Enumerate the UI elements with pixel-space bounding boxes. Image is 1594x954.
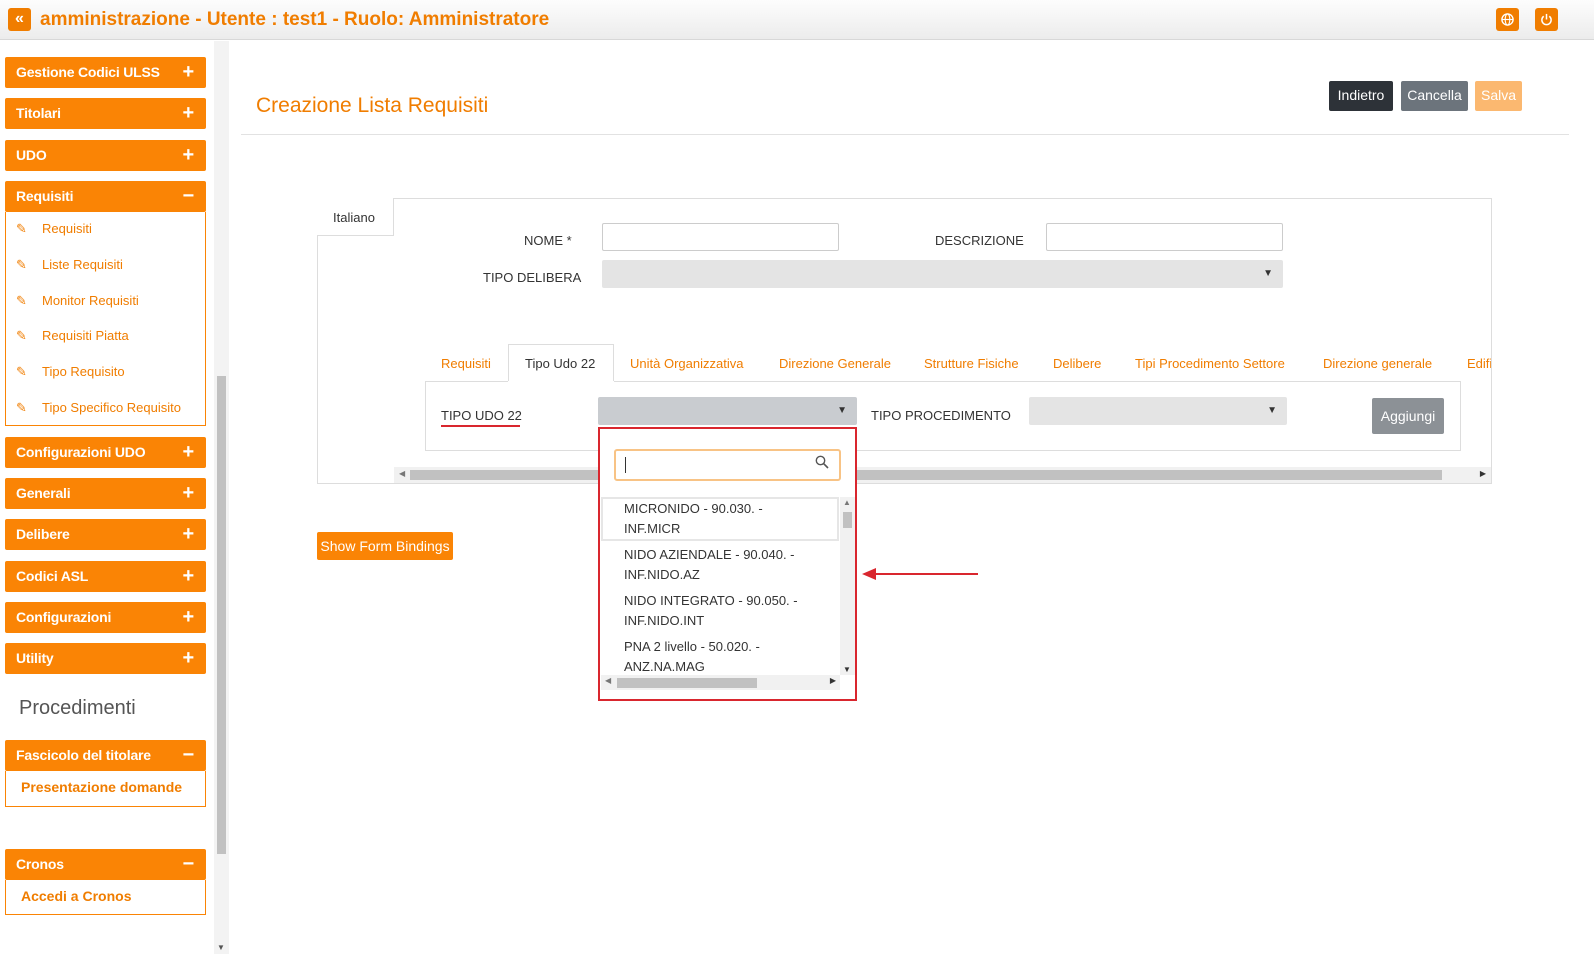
dropdown-option[interactable]: NIDO AZIENDALE - 90.040. - INF.NIDO.AZ	[601, 543, 839, 587]
tab-pane-border	[425, 381, 508, 382]
tab-direzione-generale-2[interactable]: Direzione generale	[1323, 356, 1432, 371]
annotation-arrow-icon	[862, 568, 978, 580]
tab-tipo-udo-22[interactable]: Tipo Udo 22	[508, 344, 614, 382]
minus-icon: −	[182, 744, 195, 766]
section-title-procedimenti: Procedimenti	[19, 697, 136, 719]
sidebar-item-tipo-specifico-requisito[interactable]: ✎ Tipo Specifico Requisito	[16, 400, 181, 416]
user-edit-icon: ✎	[16, 221, 27, 236]
menu-gestione-codici-ulss[interactable]: Gestione Codici ULSS +	[5, 57, 206, 88]
plus-icon: +	[182, 61, 195, 83]
sidebar-item-requisiti[interactable]: ✎ Requisiti	[16, 221, 92, 237]
dropdown-search-input[interactable]	[614, 449, 841, 481]
plus-icon: +	[182, 441, 195, 463]
menu-titolari[interactable]: Titolari +	[5, 98, 206, 129]
user-edit-icon: ✎	[16, 293, 27, 308]
highlight-underline	[441, 425, 520, 427]
tab-direzione-generale[interactable]: Direzione Generale	[779, 356, 891, 371]
menu-cronos[interactable]: Cronos −	[5, 849, 206, 880]
caret-down-icon: ▼	[1263, 268, 1273, 279]
menu-delibere[interactable]: Delibere +	[5, 519, 206, 550]
menu-generali[interactable]: Generali +	[5, 478, 206, 509]
plus-icon: +	[182, 565, 195, 587]
requisiti-submenu	[5, 212, 206, 426]
plus-icon: +	[182, 523, 195, 545]
tab-pane-border	[614, 381, 1461, 382]
plus-icon: +	[182, 606, 195, 628]
show-form-bindings-button[interactable]: Show Form Bindings	[317, 532, 453, 560]
menu-configurazioni-udo[interactable]: Configurazioni UDO +	[5, 437, 206, 468]
tab-unita-organizzativa[interactable]: Unità Organizzativa	[630, 356, 743, 371]
title-divider	[241, 134, 1569, 135]
add-button[interactable]: Aggiungi	[1372, 398, 1444, 434]
dropdown-option[interactable]: MICRONIDO - 90.030. - INF.MICR	[601, 497, 839, 541]
sidebar-item-accedi-a-cronos[interactable]: Accedi a Cronos	[21, 888, 131, 904]
search-icon	[815, 455, 829, 474]
top-bar: « amministrazione - Utente : test1 - Ruo…	[0, 0, 1594, 40]
user-edit-icon: ✎	[16, 257, 27, 272]
sidebar-item-presentazione-domande[interactable]: Presentazione domande	[21, 779, 182, 795]
app-title: amministrazione - Utente : test1 - Ruolo…	[40, 9, 550, 30]
minus-icon: −	[182, 853, 195, 875]
tab-strutture-fisiche[interactable]: Strutture Fisiche	[924, 356, 1019, 371]
tab-italiano[interactable]: Italiano	[317, 198, 394, 236]
tab-edifici[interactable]: Edifi	[1467, 356, 1491, 371]
globe-icon[interactable]	[1496, 8, 1519, 31]
menu-requisiti[interactable]: Requisiti −	[5, 181, 206, 212]
minus-icon: −	[182, 185, 195, 207]
nome-label: NOME *	[524, 233, 572, 248]
tab-delibere[interactable]: Delibere	[1053, 356, 1101, 371]
tipo-procedimento-label: TIPO PROCEDIMENTO	[871, 408, 1011, 423]
user-edit-icon: ✎	[16, 400, 27, 415]
collapse-sidebar-button[interactable]: «	[8, 8, 31, 31]
dropdown-options-list: MICRONIDO - 90.030. - INF.MICR NIDO AZIEN…	[601, 497, 839, 675]
cancel-button[interactable]: Cancella	[1401, 81, 1468, 111]
caret-down-icon: ▼	[837, 405, 847, 416]
plus-icon: +	[182, 482, 195, 504]
back-button[interactable]: Indietro	[1329, 81, 1393, 111]
menu-configurazioni[interactable]: Configurazioni +	[5, 602, 206, 633]
descrizione-input[interactable]	[1046, 223, 1283, 251]
descrizione-label: DESCRIZIONE	[935, 233, 1024, 248]
tab-tipi-procedimento-settore[interactable]: Tipi Procedimento Settore	[1135, 356, 1285, 371]
plus-icon: +	[182, 102, 195, 124]
menu-codici-asl[interactable]: Codici ASL +	[5, 561, 206, 592]
tipo-delibera-label: TIPO DELIBERA	[483, 270, 582, 285]
sidebar-item-monitor-requisiti[interactable]: ✎ Monitor Requisiti	[16, 293, 139, 309]
dropdown-vertical-scrollbar[interactable]: ▲ ▼	[840, 497, 855, 675]
tipo-udo-dropdown: MICRONIDO - 90.030. - INF.MICR NIDO AZIEN…	[598, 427, 857, 701]
plus-icon: +	[182, 144, 195, 166]
dropdown-horizontal-scrollbar[interactable]: ◀ ▶	[601, 675, 840, 690]
tipo-delibera-select[interactable]: ▼	[602, 260, 1283, 288]
user-edit-icon: ✎	[16, 364, 27, 379]
tipo-udo-label: TIPO UDO 22	[441, 408, 522, 423]
save-button[interactable]: Salva	[1475, 81, 1522, 111]
sidebar-scrollbar[interactable]: ▼	[214, 41, 229, 954]
sidebar-item-tipo-requisito[interactable]: ✎ Tipo Requisito	[16, 364, 125, 380]
sidebar-item-liste-requisiti[interactable]: ✎ Liste Requisiti	[16, 257, 123, 273]
dropdown-option[interactable]: NIDO INTEGRATO - 90.050. - INF.NIDO.INT	[601, 589, 839, 633]
user-edit-icon: ✎	[16, 328, 27, 343]
menu-udo[interactable]: UDO +	[5, 140, 206, 171]
page-title: Creazione Lista Requisiti	[256, 94, 489, 117]
tipo-udo-select[interactable]: ▼	[598, 397, 857, 425]
menu-utility[interactable]: Utility +	[5, 643, 206, 674]
menu-fascicolo-del-titolare[interactable]: Fascicolo del titolare −	[5, 740, 206, 771]
nome-input[interactable]	[602, 223, 839, 251]
caret-down-icon: ▼	[1267, 405, 1277, 416]
plus-icon: +	[182, 647, 195, 669]
tipo-procedimento-select[interactable]: ▼	[1029, 397, 1287, 425]
power-icon[interactable]	[1535, 8, 1558, 31]
tabs-horizontal-scrollbar[interactable]: ◀ ▶	[394, 467, 1491, 483]
sidebar-item-requisiti-piatta[interactable]: ✎ Requisiti Piatta	[16, 328, 129, 344]
tab-requisiti[interactable]: Requisiti	[441, 356, 491, 371]
dropdown-option[interactable]: PNA 2 livello - 50.020. - ANZ.NA.MAG	[601, 635, 839, 675]
